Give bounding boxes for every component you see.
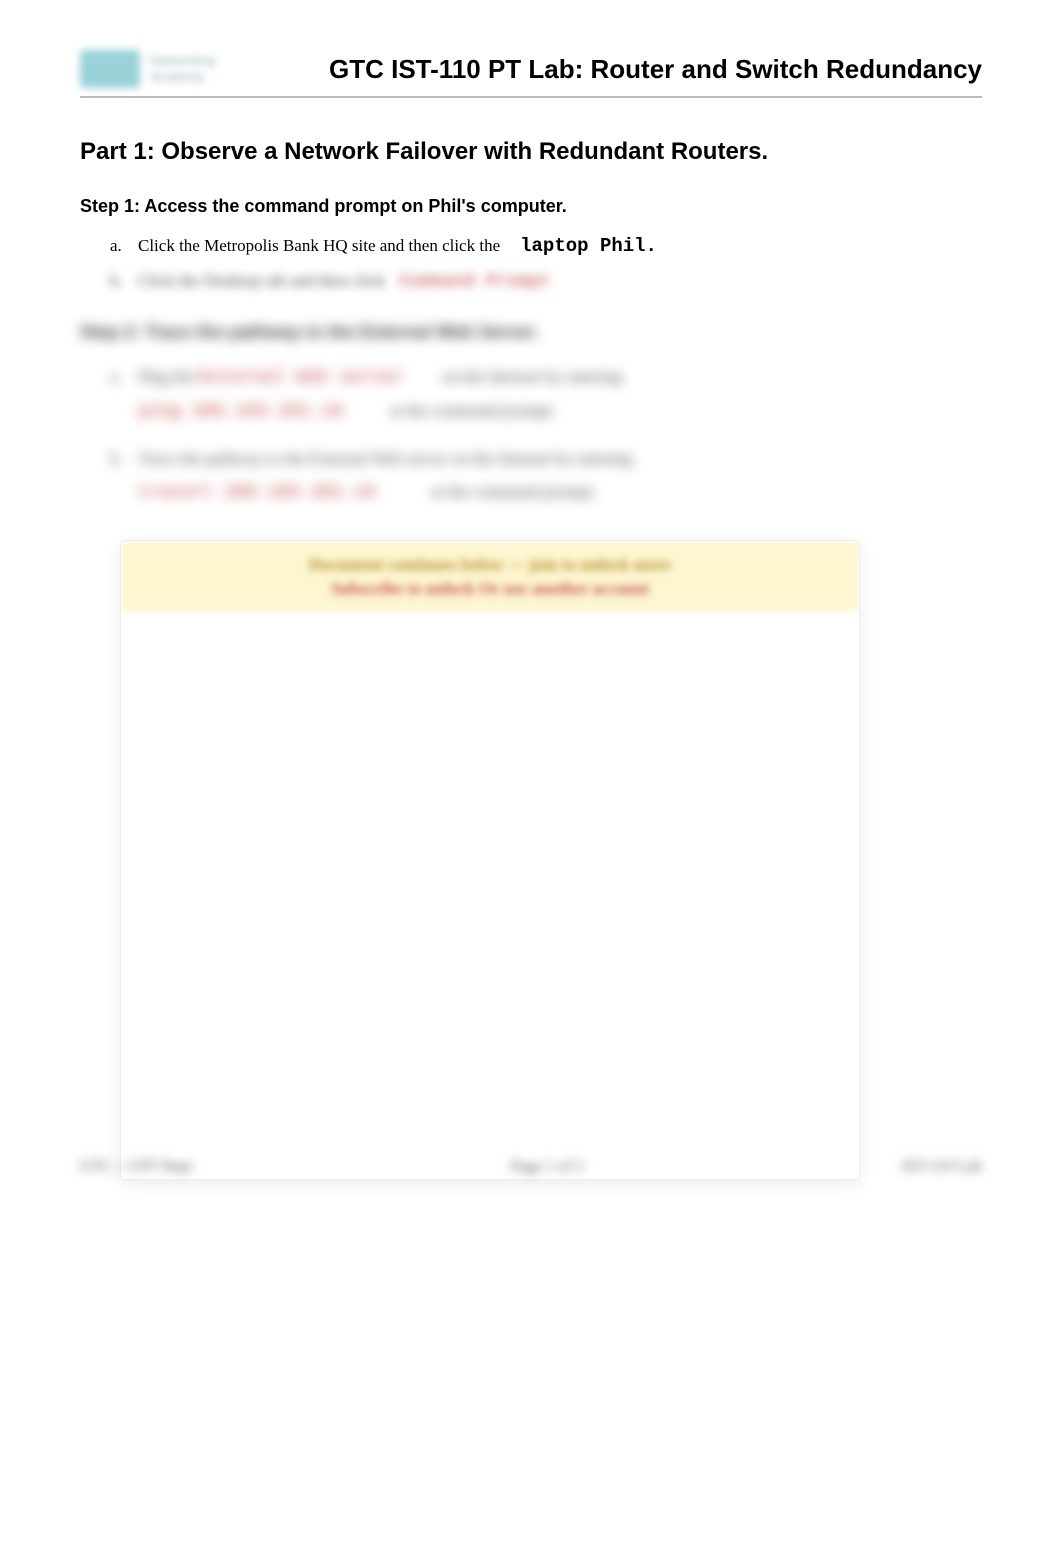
paywall-banner[interactable]: Document continues below — join to unloc… [121, 541, 859, 611]
step-1-item-a: a. Click the Metropolis Bank HQ site and… [110, 235, 982, 257]
footer-right: IST-110 Lab [902, 1158, 982, 1176]
logo-icon [80, 50, 140, 88]
paywall-box: Document continues below — join to unloc… [120, 540, 860, 1180]
step-1-item-b: b. Click the Desktop tab and then click … [110, 271, 982, 292]
paywall-line-2: Subscribe to unlock Or use another accou… [131, 579, 849, 599]
list-marker: b. [110, 449, 138, 469]
mono-laptop-phil: laptop Phil. [520, 235, 657, 257]
text-before: Ping the [138, 367, 194, 386]
red-ping-cmd: ping 209.165.201.10 [138, 402, 343, 422]
step-2-item-a: a. Ping the External Web server on the I… [110, 361, 982, 429]
item-text: Ping the External Web server on the Inte… [138, 361, 622, 429]
item-text: Click the Desktop tab and then click [138, 271, 385, 291]
logo-text-2: Academy [150, 69, 240, 85]
footer-left: GTC – CPT Dept [80, 1158, 192, 1176]
text-after: at the command prompt. [390, 401, 556, 420]
part-1-title: Part 1: Observe a Network Failover with … [80, 138, 982, 166]
document-title: GTC IST-110 PT Lab: Router and Switch Re… [240, 54, 982, 85]
item-text: Click the Metropolis Bank HQ site and th… [138, 236, 500, 256]
step-2-title: Step 2: Trace the pathway to the Externa… [80, 322, 982, 343]
text-mid: on the Internet by entering [442, 367, 622, 386]
red-external-web-server: External Web server [198, 368, 403, 388]
logo-text-1: Networking [150, 53, 240, 69]
page-header: Networking Academy GTC IST-110 PT Lab: R… [80, 50, 982, 98]
text: Trace the pathway to the External Web se… [138, 449, 632, 468]
red-tracert-cmd: tracert 209.165.201.10 [138, 483, 376, 503]
list-marker: b. [110, 271, 138, 291]
list-marker: a. [110, 367, 138, 387]
paywall-line-1: Document continues below — join to unloc… [131, 555, 849, 575]
red-command-prompt: Command Prompt [399, 272, 550, 292]
text-after: at the command prompt. [431, 482, 597, 501]
list-marker: a. [110, 236, 138, 256]
step-2-item-b: b. Trace the pathway to the External Web… [110, 443, 982, 509]
step-1-title: Step 1: Access the command prompt on Phi… [80, 196, 982, 217]
logo: Networking Academy [80, 50, 240, 88]
item-text: Trace the pathway to the External Web se… [138, 443, 632, 509]
page-footer: GTC – CPT Dept Page 1 of 5 IST-110 Lab [80, 1158, 982, 1176]
footer-center: Page 1 of 5 [511, 1158, 583, 1176]
